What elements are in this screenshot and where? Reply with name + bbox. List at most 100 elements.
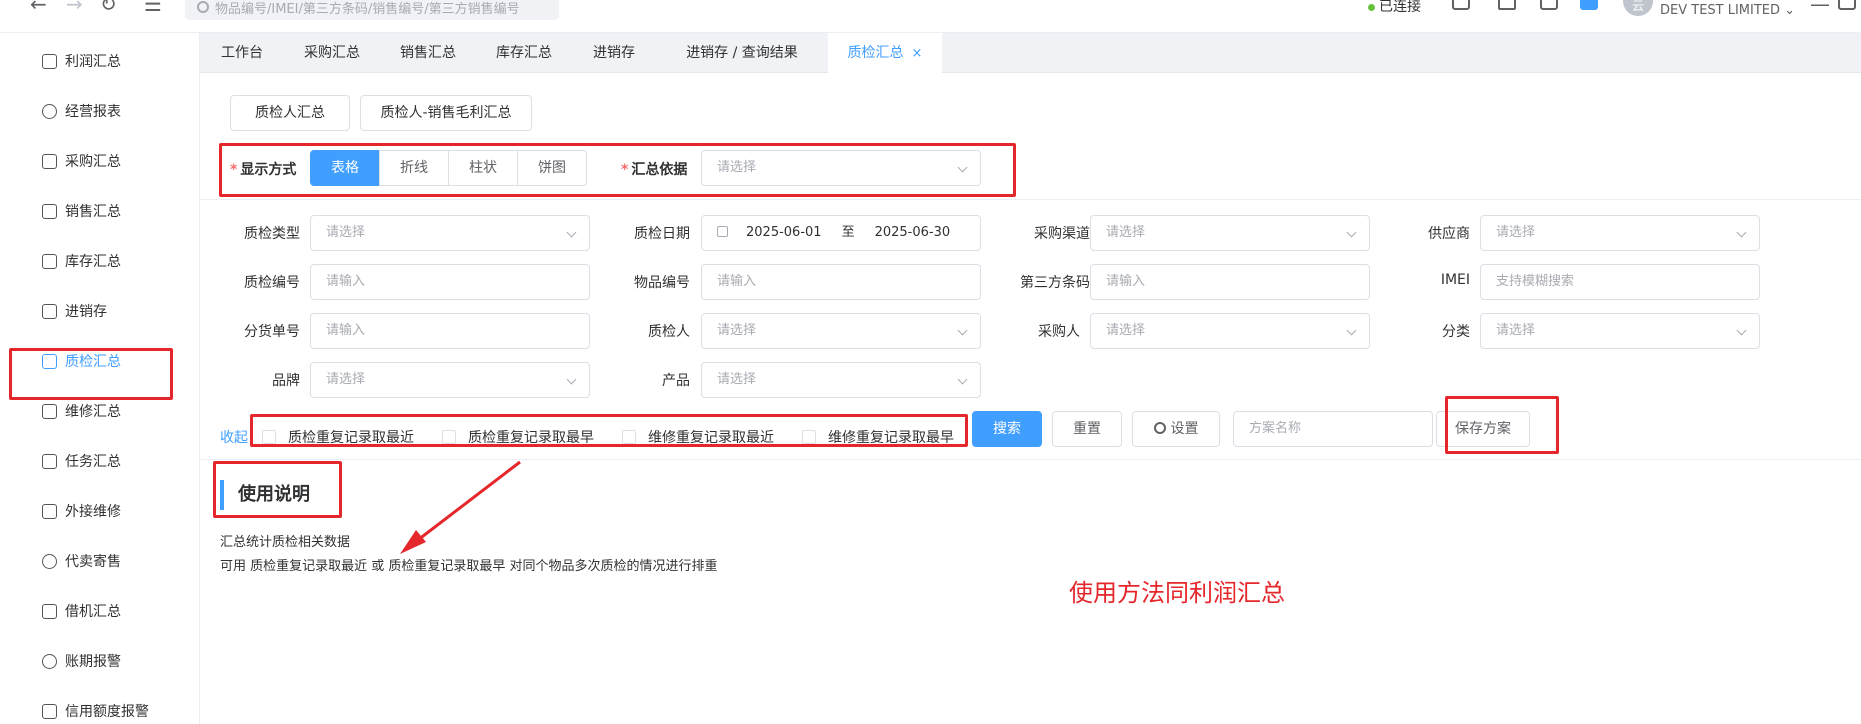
purchase-channel-label: 采购渠道 — [1034, 226, 1090, 242]
inventory-icon — [42, 303, 57, 319]
main-content: 工作台 采购汇总 销售汇总 库存汇总 进销存 进销存 / 查询结果 质检汇总 × … — [200, 33, 1861, 724]
report-icon — [42, 53, 57, 69]
window-icon[interactable] — [1838, 0, 1856, 10]
annotation-text: 使用方法同利润汇总 — [1069, 579, 1285, 607]
usage-line-1: 汇总统计质检相关数据 — [220, 535, 351, 550]
chevron-down-icon — [1346, 325, 1357, 336]
qc-date-label: 质检日期 — [634, 226, 690, 242]
highlight-display-mode — [219, 143, 1016, 197]
calendar-icon — [717, 226, 728, 237]
tab-inventory-results[interactable]: 进销存 / 查询结果 — [656, 33, 828, 73]
category-select[interactable]: 请选择 — [1480, 313, 1760, 349]
borrow-icon — [42, 603, 57, 619]
company-name[interactable]: DEV TEST LIMITED ⌄ — [1660, 3, 1795, 18]
item-no-input[interactable]: 请输入 — [701, 264, 981, 300]
close-icon[interactable]: × — [912, 46, 923, 61]
sidebar-item-sales[interactable]: 销售汇总 — [0, 186, 199, 236]
minimize-icon[interactable]: — — [1810, 0, 1830, 16]
tab-purchase[interactable]: 采购汇总 — [284, 33, 380, 73]
brand-select[interactable]: 请选择 — [310, 362, 590, 398]
qc-no-input[interactable]: 请输入 — [310, 264, 590, 300]
sidebar-item-borrow[interactable]: 借机汇总 — [0, 586, 199, 636]
subtab-inspector-profit[interactable]: 质检人-销售毛利汇总 — [360, 95, 532, 131]
highlight-sidebar-inspection — [9, 348, 173, 400]
third-barcode-label: 第三方条码 — [1020, 275, 1090, 291]
scheme-name-input[interactable]: 方案名称 — [1233, 411, 1433, 447]
tab-bar: 工作台 采购汇总 销售汇总 库存汇总 进销存 进销存 / 查询结果 质检汇总 × — [200, 33, 1861, 73]
qc-type-label: 质检类型 — [244, 226, 300, 242]
tools-icon — [42, 503, 57, 519]
search-button[interactable]: 搜索 — [972, 411, 1042, 447]
status-dot-icon — [1368, 3, 1375, 11]
split-no-label: 分货单号 — [244, 324, 300, 340]
repair-icon — [42, 403, 57, 419]
sidebar-item-inventory[interactable]: 进销存 — [0, 286, 199, 336]
tab-sales[interactable]: 销售汇总 — [380, 33, 476, 73]
sidebar-item-purchase[interactable]: 采购汇总 — [0, 136, 199, 186]
highlight-save-scheme — [1445, 396, 1559, 454]
supplier-select[interactable]: 请选择 — [1480, 215, 1760, 251]
tab-inspection[interactable]: 质检汇总 × — [828, 33, 942, 73]
global-search-input[interactable]: 物品编号/IMEI/第三方条码/销售编号/第三方销售编号 — [185, 0, 559, 20]
menu-icon[interactable]: ☰ — [144, 0, 162, 16]
chevron-down-icon — [957, 374, 968, 385]
highlight-usage-title — [213, 461, 342, 518]
supplier-label: 供应商 — [1428, 226, 1470, 242]
sidebar-item-credit-alarm[interactable]: 信用额度报警 — [0, 686, 199, 724]
usage-line-2: 可用 质检重复记录取最近 或 质检重复记录取最早 对同个物品多次质检的情况进行排… — [220, 559, 718, 574]
top-bar: ← → ↻ ☰ 物品编号/IMEI/第三方条码/销售编号/第三方销售编号 已连接… — [0, 0, 1861, 33]
qc-no-label: 质检编号 — [244, 275, 300, 291]
reset-button[interactable]: 重置 — [1052, 411, 1122, 447]
purchase-channel-select[interactable]: 请选择 — [1090, 215, 1370, 251]
category-label: 分类 — [1442, 324, 1470, 340]
warehouse-icon — [42, 253, 57, 269]
tab-workbench[interactable]: 工作台 — [200, 33, 284, 73]
chevron-down-icon — [566, 374, 577, 385]
tab-stock[interactable]: 库存汇总 — [476, 33, 572, 73]
highlight-checkboxes — [250, 414, 968, 447]
split-no-input[interactable]: 请输入 — [310, 313, 590, 349]
sidebar-item-task[interactable]: 任务汇总 — [0, 436, 199, 486]
chevron-down-icon — [1736, 325, 1747, 336]
clipboard-icon[interactable] — [1540, 0, 1558, 10]
product-label: 产品 — [662, 373, 690, 389]
sidebar-item-external-repair[interactable]: 外接维修 — [0, 486, 199, 536]
sidebar-item-payment-alarm[interactable]: 账期报警 — [0, 636, 199, 686]
divider — [200, 199, 1861, 200]
chevron-down-icon — [1346, 227, 1357, 238]
settings-button[interactable]: 设置 — [1132, 411, 1220, 447]
imei-input[interactable]: 支持模糊搜索 — [1480, 264, 1760, 300]
sidebar-item-consign[interactable]: 代卖寄售 — [0, 536, 199, 586]
third-barcode-input[interactable]: 请输入 — [1090, 264, 1370, 300]
credit-icon — [42, 703, 57, 719]
purchaser-select[interactable]: 请选择 — [1090, 313, 1370, 349]
imei-label: IMEI — [1440, 272, 1470, 288]
tab-inventory[interactable]: 进销存 — [572, 33, 656, 73]
sidebar-item-business-report[interactable]: 经营报表 — [0, 86, 199, 136]
inspector-select[interactable]: 请选择 — [701, 313, 981, 349]
item-no-label: 物品编号 — [634, 275, 690, 291]
qc-date-range[interactable]: 2025-06-01 至 2025-06-30 — [701, 215, 981, 251]
chart-icon[interactable] — [1452, 0, 1470, 10]
shop-icon — [42, 203, 57, 219]
sidebar-item-profit[interactable]: 利润汇总 — [0, 36, 199, 86]
product-select[interactable]: 请选择 — [701, 362, 981, 398]
consign-icon — [42, 553, 57, 569]
bell-icon[interactable] — [1498, 0, 1516, 10]
sidebar-item-stock[interactable]: 库存汇总 — [0, 236, 199, 286]
connection-status: 已连接 — [1368, 0, 1421, 16]
chevron-down-icon — [957, 325, 968, 336]
inspector-label: 质检人 — [648, 324, 690, 340]
back-icon[interactable]: ← — [30, 0, 47, 16]
avatar[interactable]: 云 — [1623, 0, 1653, 16]
chevron-down-icon — [1736, 227, 1747, 238]
chart-icon — [42, 103, 57, 119]
checkbox-icon[interactable] — [1580, 0, 1598, 10]
collapse-link[interactable]: 收起 — [220, 427, 248, 447]
subtab-inspector-summary[interactable]: 质检人汇总 — [230, 95, 350, 131]
divider — [200, 459, 1861, 460]
forward-icon[interactable]: → — [66, 0, 83, 16]
refresh-icon[interactable]: ↻ — [100, 0, 117, 16]
qc-type-select[interactable]: 请选择 — [310, 215, 590, 251]
chevron-down-icon — [566, 227, 577, 238]
